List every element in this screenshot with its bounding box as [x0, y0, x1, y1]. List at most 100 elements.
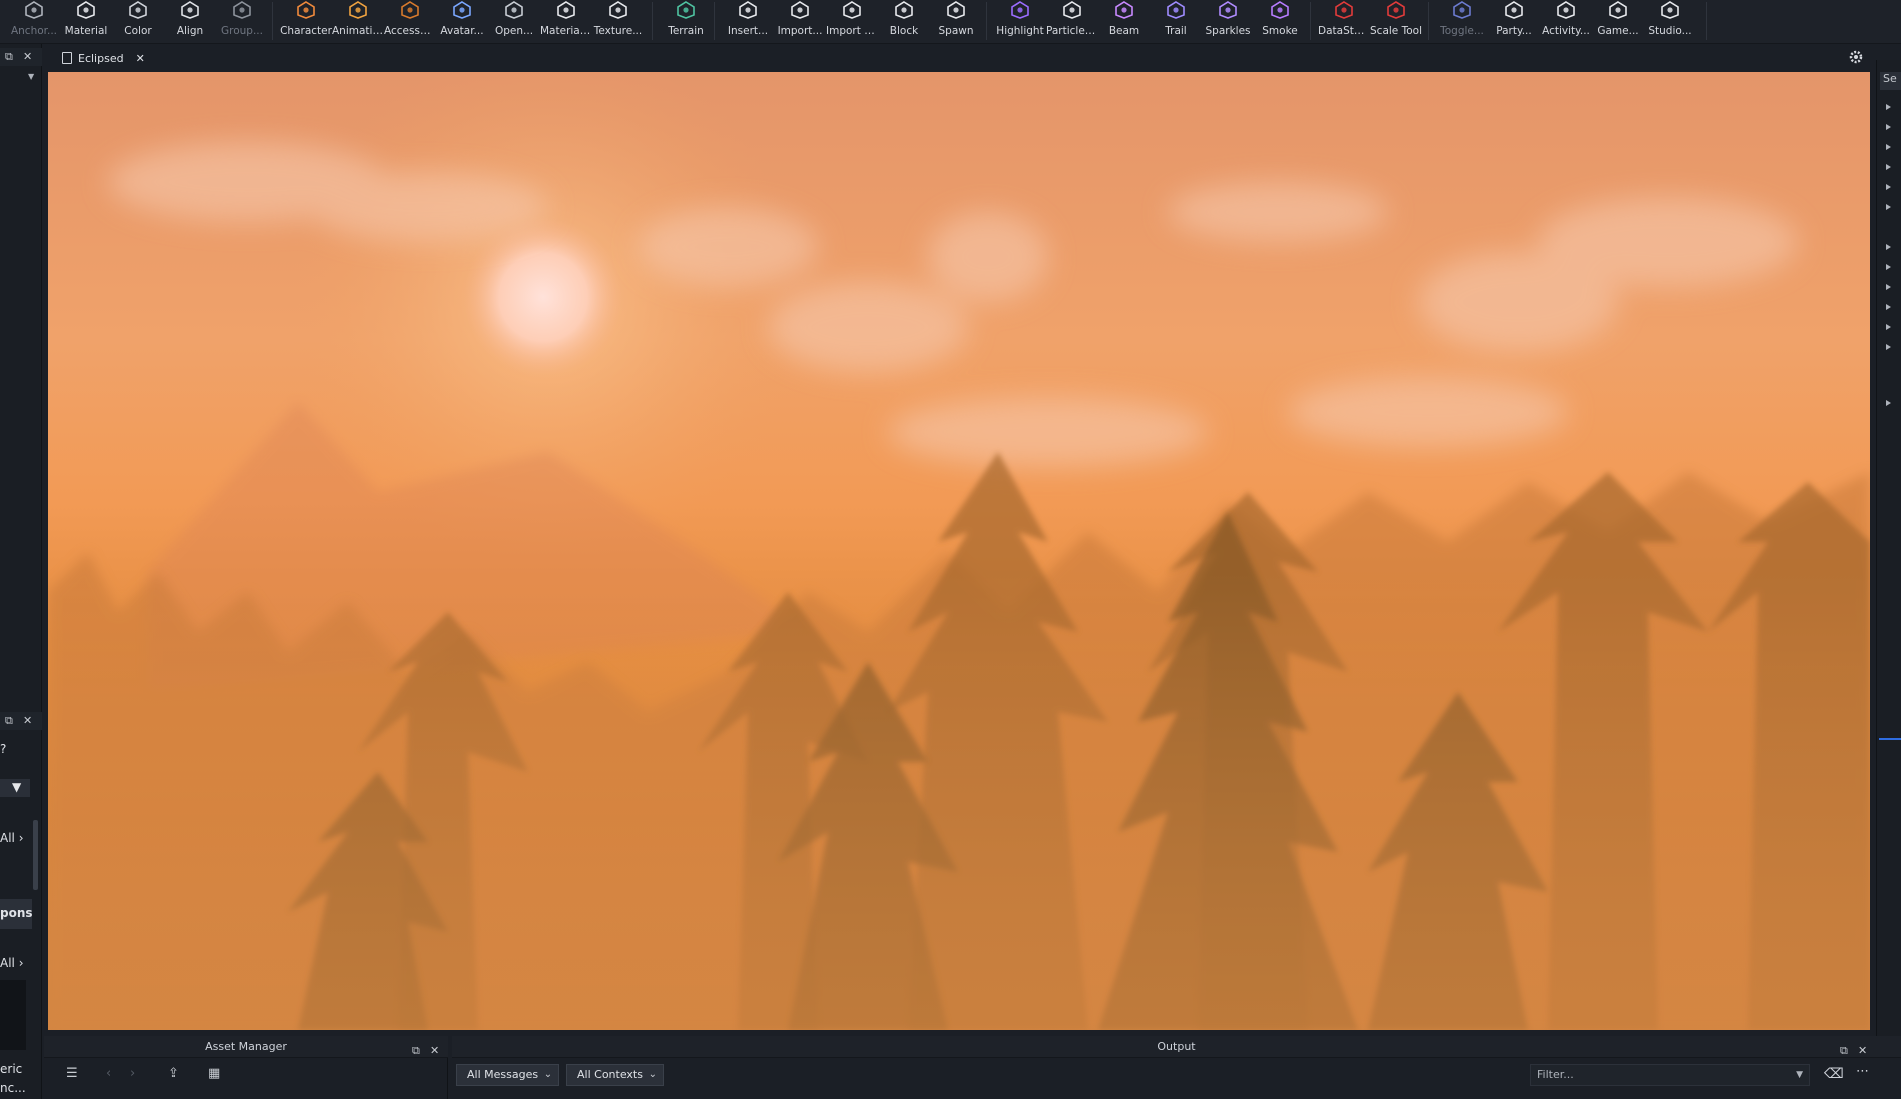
toolbar-button-toggle[interactable]: Toggle...	[1436, 0, 1488, 44]
expand-arrow-icon[interactable]	[1886, 244, 1891, 250]
toolbar-button-accessory[interactable]: Accessory	[384, 0, 436, 44]
toolbar-button-sparkles[interactable]: Sparkles	[1202, 0, 1254, 44]
left-panel-header-bottom: ⧉ ✕	[0, 712, 42, 730]
toolbar-button-texture[interactable]: Texture...	[592, 0, 644, 44]
category-item[interactable]: pons	[0, 899, 33, 929]
toolbar-button-group[interactable]: Group...	[216, 0, 268, 44]
close-icon[interactable]: ✕	[23, 714, 32, 727]
particle-emitter-icon	[1063, 1, 1081, 19]
toolbar-button-smoke[interactable]: Smoke	[1254, 0, 1306, 44]
toolbar-separator	[986, 2, 987, 40]
contexts-dropdown-label: All Contexts	[577, 1068, 643, 1081]
output-filter-input[interactable]: Filter... ▼	[1530, 1064, 1810, 1086]
expand-arrow-icon[interactable]	[1886, 204, 1891, 210]
explorer-search-input[interactable]: Se	[1880, 72, 1901, 90]
toolbar-button-game-settings[interactable]: Game...	[1592, 0, 1644, 44]
toolbar-button-animation[interactable]: Animation	[332, 0, 384, 44]
toolbar-button-import[interactable]: Import...	[774, 0, 826, 44]
toolbar-button-beam[interactable]: Beam	[1098, 0, 1150, 44]
toolbar-button-label: Insert...	[727, 25, 769, 37]
expand-arrow-icon[interactable]	[1886, 284, 1891, 290]
spawn-icon	[947, 1, 965, 19]
highlight-icon	[1011, 1, 1029, 19]
toolbar-button-particle-emitter[interactable]: ParticleE...	[1046, 0, 1098, 44]
toolbar-button-anchor[interactable]: Anchor...	[8, 0, 60, 44]
toolbar-button-block[interactable]: Block	[878, 0, 930, 44]
menu-icon[interactable]: ☰	[66, 1066, 78, 1081]
close-icon[interactable]: ✕	[136, 52, 145, 65]
toolbar-button-insert[interactable]: Insert...	[722, 0, 774, 44]
gear-icon[interactable]	[1848, 49, 1864, 65]
toolbar-button-color[interactable]: Color	[112, 0, 164, 44]
toolbar-button-character[interactable]: Character	[280, 0, 332, 44]
filter-all-2[interactable]: All ›	[0, 956, 24, 970]
toolbar-button-label: Party...	[1496, 25, 1532, 37]
toolbar-button-label: Align	[176, 25, 204, 37]
asset-thumbnail[interactable]	[0, 980, 26, 1050]
toolbar-button-material-generator[interactable]: Material...	[540, 0, 592, 44]
toolbar-button-material[interactable]: Material	[60, 0, 112, 44]
clear-output-icon[interactable]: ⌫	[1824, 1066, 1844, 1082]
scrollbar[interactable]	[33, 820, 38, 890]
forward-arrow-icon[interactable]: ›	[130, 1066, 135, 1081]
expand-arrow-icon[interactable]	[1886, 400, 1891, 406]
expand-arrow-icon[interactable]	[1886, 264, 1891, 270]
toolbar-button-party[interactable]: Party...	[1488, 0, 1540, 44]
toolbar-button-label: Studio...	[1648, 25, 1692, 37]
filter-all-1[interactable]: All ›	[0, 831, 24, 845]
filter-icon[interactable]: ▼	[12, 780, 21, 794]
help-icon[interactable]: ?	[0, 742, 6, 756]
expand-arrow-icon[interactable]	[1886, 104, 1891, 110]
toolbar-separator	[1428, 2, 1429, 40]
upload-icon[interactable]: ⇪	[168, 1066, 179, 1081]
back-arrow-icon[interactable]: ‹	[106, 1066, 111, 1081]
toolbar-button-terrain[interactable]: Terrain	[660, 0, 712, 44]
anchor-icon	[25, 1, 43, 19]
expand-arrow-icon[interactable]	[1886, 324, 1891, 330]
toolbar-button-highlight[interactable]: Highlight	[994, 0, 1046, 44]
toolbar-button-label: Avatar...	[440, 25, 484, 37]
toolbar-button-datastore[interactable]: DataStor...	[1318, 0, 1370, 44]
toolbar-button-activity[interactable]: Activity...	[1540, 0, 1592, 44]
toolbar-button-avatar[interactable]: Avatar...	[436, 0, 488, 44]
toolbar-button-open[interactable]: Open...	[488, 0, 540, 44]
close-icon[interactable]: ✕	[23, 50, 32, 63]
undock-icon[interactable]: ⧉	[5, 714, 13, 728]
toolbar-button-studio[interactable]: Studio...	[1644, 0, 1696, 44]
messages-dropdown[interactable]: All Messages ⌄	[456, 1064, 560, 1086]
expand-arrow-icon[interactable]	[1886, 344, 1891, 350]
toolbar-separator	[1310, 2, 1311, 40]
toolbar-button-import-3d[interactable]: Import 3D	[826, 0, 878, 44]
expand-arrow-icon[interactable]	[1886, 164, 1891, 170]
toolbar-button-label: Smoke	[1262, 25, 1298, 37]
texture-icon	[609, 1, 627, 19]
expand-arrow-icon[interactable]	[1886, 124, 1891, 130]
beam-icon	[1115, 1, 1133, 19]
toolbar-button-label: Material	[64, 25, 108, 37]
chevron-down-icon[interactable]: ▼	[28, 72, 34, 81]
toolbar-separator	[1706, 2, 1707, 40]
undock-icon[interactable]: ⧉	[5, 50, 13, 64]
toolbar-button-align[interactable]: Align	[164, 0, 216, 44]
animation-icon	[349, 1, 367, 19]
chevron-down-icon: ▼	[1796, 1070, 1803, 1080]
document-icon	[62, 52, 72, 64]
toolbar-button-spawn[interactable]: Spawn	[930, 0, 982, 44]
grid-view-icon[interactable]: ▦	[208, 1066, 220, 1081]
toolbar-button-trail[interactable]: Trail	[1150, 0, 1202, 44]
filter-box[interactable]: ▼	[0, 779, 30, 797]
toolbar-button-scale-tool[interactable]: Scale Tool	[1370, 0, 1422, 44]
bottom-dock: Asset Manager ⧉ ✕ ☰ ‹ › ⇪ ▦ Output ⧉ ✕ A…	[44, 1036, 1901, 1099]
expand-arrow-icon[interactable]	[1886, 304, 1891, 310]
3d-viewport[interactable]	[48, 72, 1870, 1030]
toolbar-button-label: Animation	[332, 25, 384, 37]
tab-eclipsed[interactable]: Eclipsed ✕	[56, 48, 151, 68]
expand-arrow-icon[interactable]	[1886, 184, 1891, 190]
toolbar-button-label: Terrain	[668, 25, 704, 37]
color-icon	[129, 1, 147, 19]
contexts-dropdown[interactable]: All Contexts ⌄	[566, 1064, 664, 1086]
more-options-icon[interactable]: ⋯	[1856, 1064, 1869, 1079]
toolbar-button-label: Sparkles	[1205, 25, 1251, 37]
expand-arrow-icon[interactable]	[1886, 144, 1891, 150]
messages-dropdown-label: All Messages	[467, 1068, 539, 1081]
